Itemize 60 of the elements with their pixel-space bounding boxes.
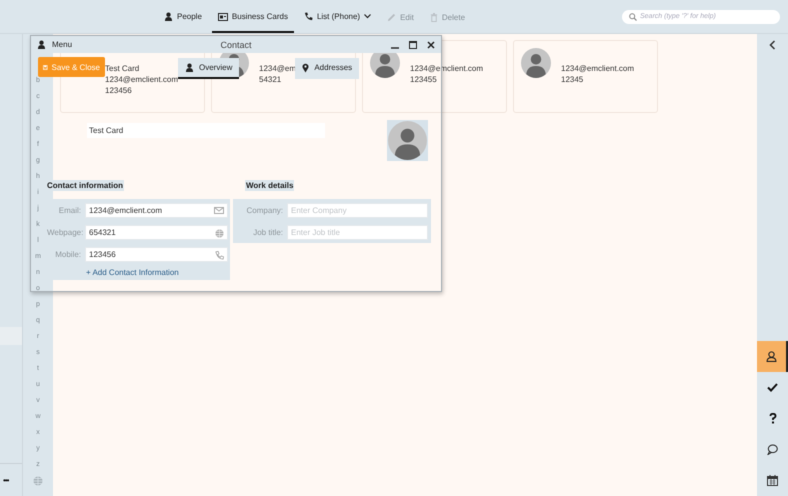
field-label: Mobile:: [54, 250, 81, 259]
more-button[interactable]: •••: [0, 476, 8, 484]
question-icon: [768, 413, 776, 424]
phone-icon: [304, 12, 313, 21]
close-icon: [427, 40, 435, 48]
card-text: 123456: [105, 85, 133, 96]
minimize-icon: [391, 46, 399, 48]
chat-bubble-icon: [767, 444, 778, 455]
close-button[interactable]: [427, 40, 435, 48]
card-text: 54321: [259, 74, 282, 85]
section-heading: Contact information: [46, 180, 124, 191]
field-label: Webpage:: [47, 228, 81, 237]
floppy-icon: [43, 62, 48, 72]
text-field[interactable]: 123456: [85, 247, 228, 262]
map-pin-icon: [302, 62, 310, 72]
tab[interactable]: Addresses: [295, 58, 360, 79]
maximize-button[interactable]: [409, 40, 417, 48]
person-icon: [164, 12, 173, 21]
envelope-icon: [214, 207, 224, 214]
check-icon: [767, 383, 778, 392]
person-icon: [185, 63, 194, 72]
field-label: Email:: [58, 206, 81, 215]
card-text: 12345: [561, 74, 584, 85]
text-field[interactable]: Enter Job title: [287, 225, 428, 240]
contact-photo[interactable]: [387, 120, 428, 161]
text-field[interactable]: 654321: [85, 225, 228, 240]
name-field[interactable]: Test Card: [87, 123, 325, 138]
contact-card[interactable]: 1234@emclient.com 12345: [513, 40, 658, 113]
card-text: 1234@emclient.com: [105, 74, 178, 85]
caret-icon: [364, 14, 372, 19]
sidebar-button[interactable]: [757, 341, 788, 372]
view-tab[interactable]: List (Phone): [298, 2, 378, 33]
window-title: Contact: [220, 40, 252, 50]
save-close-button[interactable]: Save & Close: [38, 57, 105, 77]
globe-icon: [215, 229, 224, 238]
card-text: 1234@emclient.com: [561, 63, 634, 74]
maximize-icon: [409, 40, 417, 48]
text-field[interactable]: Enter Company: [287, 203, 428, 218]
person-icon: [37, 40, 46, 49]
search-icon: [629, 12, 637, 20]
phone-icon: [215, 251, 224, 260]
card-text: 123455: [410, 74, 438, 85]
field-label: Job title:: [252, 228, 283, 237]
text-field[interactable]: 1234@emclient.com: [85, 203, 228, 218]
selected-row-highlight: [0, 327, 22, 345]
field-label: Company:: [246, 206, 283, 215]
card-icon: [218, 12, 228, 20]
section-heading: Work details: [245, 180, 294, 191]
tab[interactable]: Overview: [178, 58, 240, 79]
avatar-icon: [388, 121, 427, 160]
add-contact-info-link[interactable]: + Add Contact Information: [86, 268, 179, 277]
card-text: 1234@em: [259, 63, 296, 74]
pencil-icon: [387, 13, 396, 22]
view-tab[interactable]: People: [158, 2, 208, 33]
trash-icon: [430, 13, 438, 22]
contact-icon: [766, 351, 777, 362]
chevron-left-icon[interactable]: [769, 40, 776, 50]
calendar-icon: [767, 475, 778, 486]
card-text: 1234@emclient.com: [410, 63, 484, 74]
card-text: Test Card: [105, 63, 140, 74]
